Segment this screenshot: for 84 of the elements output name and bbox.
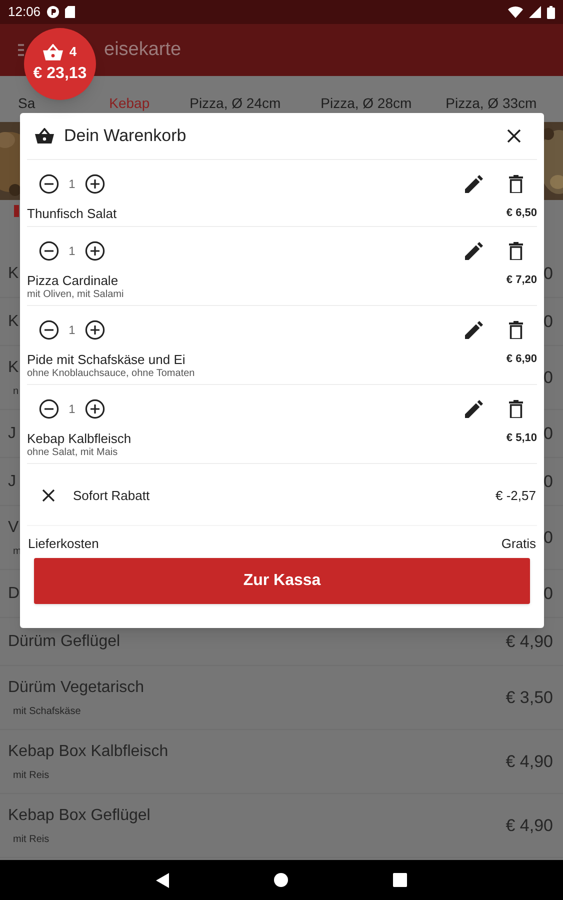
menu-item-price: 0: [544, 582, 553, 605]
section-marker: [14, 205, 19, 217]
cart-item-name: Thunfisch Salat: [27, 206, 117, 222]
decrease-icon[interactable]: [39, 174, 59, 194]
battery-icon: [547, 6, 555, 18]
cart-item-price: € 6,50: [506, 206, 537, 220]
quantity: 1: [68, 322, 76, 339]
delete-icon[interactable]: [509, 175, 523, 193]
menu-item-note: n: [12, 385, 19, 399]
menu-item-price: 0: [544, 310, 553, 333]
category-tab[interactable]: Pizza, Ø 33cm: [446, 96, 537, 110]
menu-item-name[interactable]: Kebap Box Kalbfleisch: [8, 740, 168, 764]
menu-item-name[interactable]: D: [8, 582, 20, 606]
item-count: 4: [69, 43, 77, 62]
menu-item-name[interactable]: Dürüm Vegetarisch: [8, 676, 144, 700]
basket-icon: [35, 128, 54, 144]
remove-discount-icon[interactable]: [42, 489, 55, 502]
cart-item-name: Kebap Kalbfleisch: [27, 431, 132, 447]
delivery-cost: Gratis: [501, 535, 536, 553]
decrease-icon[interactable]: [39, 320, 59, 340]
increase-icon[interactable]: [85, 174, 105, 194]
cart-item-price: € 5,10: [506, 431, 537, 445]
quantity: 1: [68, 401, 76, 418]
menu-item-price: € 4,90: [506, 814, 553, 837]
category-tab[interactable]: Pizza, Ø 28cm: [320, 96, 412, 110]
edit-icon[interactable]: [465, 175, 483, 193]
increase-icon[interactable]: [85, 320, 105, 340]
menu-item-note: mit Schafskäse: [12, 705, 82, 719]
menu-item-price: 0: [544, 262, 553, 285]
menu-item-name[interactable]: K: [8, 356, 19, 380]
cart-total: € 23,13: [33, 64, 87, 84]
wifi-icon: [508, 6, 523, 18]
discount-label: Sofort Rabatt: [73, 486, 150, 505]
increase-icon[interactable]: [85, 399, 105, 419]
menu-item-price: € 4,90: [506, 750, 553, 773]
delete-icon[interactable]: [509, 242, 523, 260]
cart-item-name: Pizza Cardinale: [27, 273, 118, 289]
menu-item-name[interactable]: Kebap Box Geflügel: [8, 804, 150, 828]
increase-icon[interactable]: [85, 241, 105, 261]
menu-item-price: € 3,50: [506, 686, 553, 709]
menu-item-name[interactable]: J: [8, 470, 16, 494]
menu-item-price: € 4,90: [506, 630, 553, 653]
menu-item-price: 0: [544, 470, 553, 493]
notification-icon: [46, 6, 59, 18]
edit-icon[interactable]: [465, 321, 483, 339]
delete-icon[interactable]: [509, 321, 523, 339]
signal-icon: [529, 6, 541, 18]
delivery-label: Lieferkosten: [28, 535, 99, 553]
clock: 12:06: [8, 3, 41, 22]
app-title: eisekarte: [104, 38, 182, 62]
menu-item-name[interactable]: V: [8, 516, 22, 540]
menu-item-name[interactable]: K: [8, 310, 19, 334]
close-icon[interactable]: [507, 129, 521, 143]
cart-item-options: ohne Salat, mit Mais: [27, 447, 537, 459]
cart-item-options: mit Oliven, mit Salami: [27, 289, 537, 301]
decrease-icon[interactable]: [39, 241, 59, 261]
quantity: 1: [68, 243, 76, 260]
menu-item-name[interactable]: J: [8, 422, 16, 446]
cart-item-name: Pide mit Schafskäse und Ei: [27, 352, 186, 368]
cart-item-price: € 7,20: [506, 273, 537, 287]
menu-item-price: 0: [544, 422, 553, 445]
back-icon[interactable]: [156, 872, 169, 888]
menu-item-name[interactable]: K: [8, 262, 19, 286]
menu-item-note: mit Reis: [12, 833, 50, 847]
edit-icon[interactable]: [465, 400, 483, 418]
category-tab[interactable]: Pizza, Ø 24cm: [190, 96, 281, 110]
menu-icon[interactable]: [18, 44, 24, 56]
menu-item-price: 0: [544, 526, 553, 549]
dialog-title: Dein Warenkorb: [64, 125, 186, 148]
home-icon[interactable]: [274, 873, 288, 887]
menu-item-name[interactable]: Dürüm Geflügel: [8, 630, 120, 654]
menu-item-note: mit Reis: [12, 769, 50, 783]
sd-card-icon: [64, 6, 75, 18]
cart-item-options: ohne Knoblauchsauce, ohne Tomaten: [27, 368, 537, 380]
quantity: 1: [68, 176, 76, 193]
edit-icon[interactable]: [465, 242, 483, 260]
checkout-button[interactable]: Zur Kassa: [34, 558, 530, 604]
discount-amount: € -2,57: [496, 486, 536, 505]
cart-item-price: € 6,90: [506, 352, 537, 366]
menu-item-price: 0: [544, 366, 553, 389]
category-tab[interactable]: Kebap: [109, 96, 150, 110]
decrease-icon[interactable]: [39, 399, 59, 419]
basket-icon: [43, 44, 64, 60]
delete-icon[interactable]: [509, 400, 523, 418]
